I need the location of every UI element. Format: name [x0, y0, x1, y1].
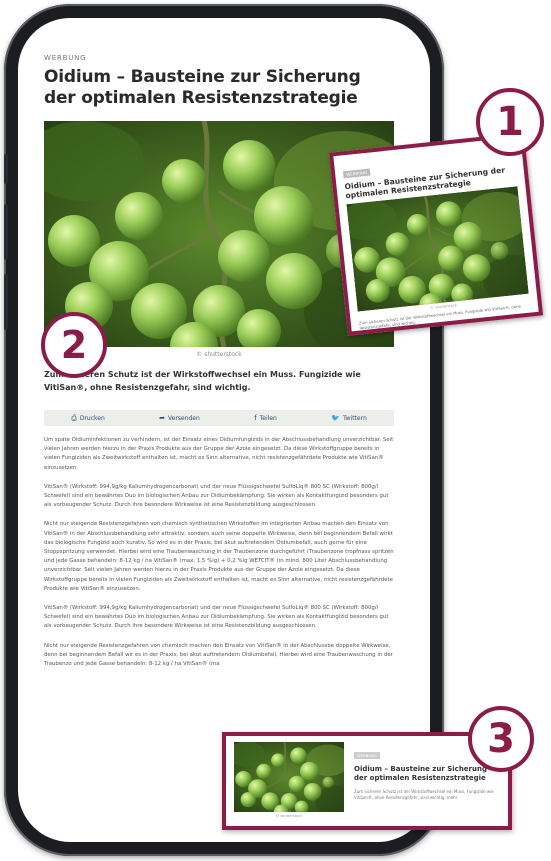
grapes-photo — [346, 186, 529, 312]
print-button[interactable]: ⎙ Drucken — [71, 414, 105, 423]
share-bar: ⎙ Drucken ➦ Versenden f Teilen 🐦 Twitter… — [44, 410, 394, 426]
card1-image — [346, 186, 529, 312]
twitter-icon: 🐦 — [331, 414, 340, 422]
printer-icon: ⎙ — [71, 413, 77, 422]
badge-three: 3 — [468, 706, 534, 772]
send-button[interactable]: ➦ Versenden — [159, 414, 200, 422]
card1-kicker: WERBUNG — [342, 168, 371, 179]
article-lead: Zum sicheren Schutz ist der Wirkstoffwec… — [44, 370, 361, 392]
grapes-photo — [234, 742, 344, 812]
phone-frame: WERBUNG Oidium – Bausteine zur Sicherung… — [4, 4, 444, 856]
card3-title: Oidium – Bausteine zur Sicherung der opt… — [354, 765, 487, 782]
badge-two: 2 — [41, 312, 107, 378]
article-paragraph: VitiSan® (Wirkstoff: 994,9g/kg Kaliumhyd… — [44, 605, 389, 630]
mute-switch — [4, 154, 8, 184]
facebook-share-button[interactable]: f Teilen — [254, 414, 277, 422]
share-arrow-icon: ➦ — [159, 414, 166, 422]
print-label: Drucken — [79, 414, 105, 422]
facebook-icon: f — [254, 414, 257, 422]
card3-credit: © shutterstock — [275, 814, 303, 818]
twitter-label: Twittern — [342, 414, 367, 422]
article-paragraph: Um späte Oidiuminfektionen zu verhindern… — [44, 437, 394, 471]
facebook-label: Teilen — [259, 414, 277, 422]
volume-down-button — [4, 274, 8, 330]
article-paragraph: VitiSan® (Wirkstoff: 994,9g/kg Kaliumhyd… — [44, 483, 389, 509]
card3-lead: Zum sicheren Schutz ist der Wirkstoffwec… — [354, 789, 494, 800]
teaser-card-tilted[interactable]: WERBUNG Oidium – Bausteine zur Sicherung… — [328, 132, 544, 336]
article-paragraph: Nicht nur steigende Resistenzgefahren vo… — [44, 521, 394, 592]
send-label: Versenden — [168, 414, 200, 422]
article-paragraph: Nicht nur steigende Resistenzgefahren vo… — [44, 642, 393, 668]
article-kicker: WERBUNG — [44, 54, 87, 62]
card3-image-wrap: © shutterstock — [234, 742, 344, 820]
card3-kicker: WERBUNG — [354, 752, 380, 759]
card3-image — [234, 742, 344, 812]
twitter-share-button[interactable]: 🐦 Twittern — [331, 414, 367, 422]
badge-one: 1 — [476, 88, 544, 156]
article-title: Oidium – Bausteine zur Sicherung der opt… — [44, 67, 361, 108]
phone-screen[interactable]: WERBUNG Oidium – Bausteine zur Sicherung… — [18, 18, 430, 842]
volume-up-button — [4, 204, 8, 260]
